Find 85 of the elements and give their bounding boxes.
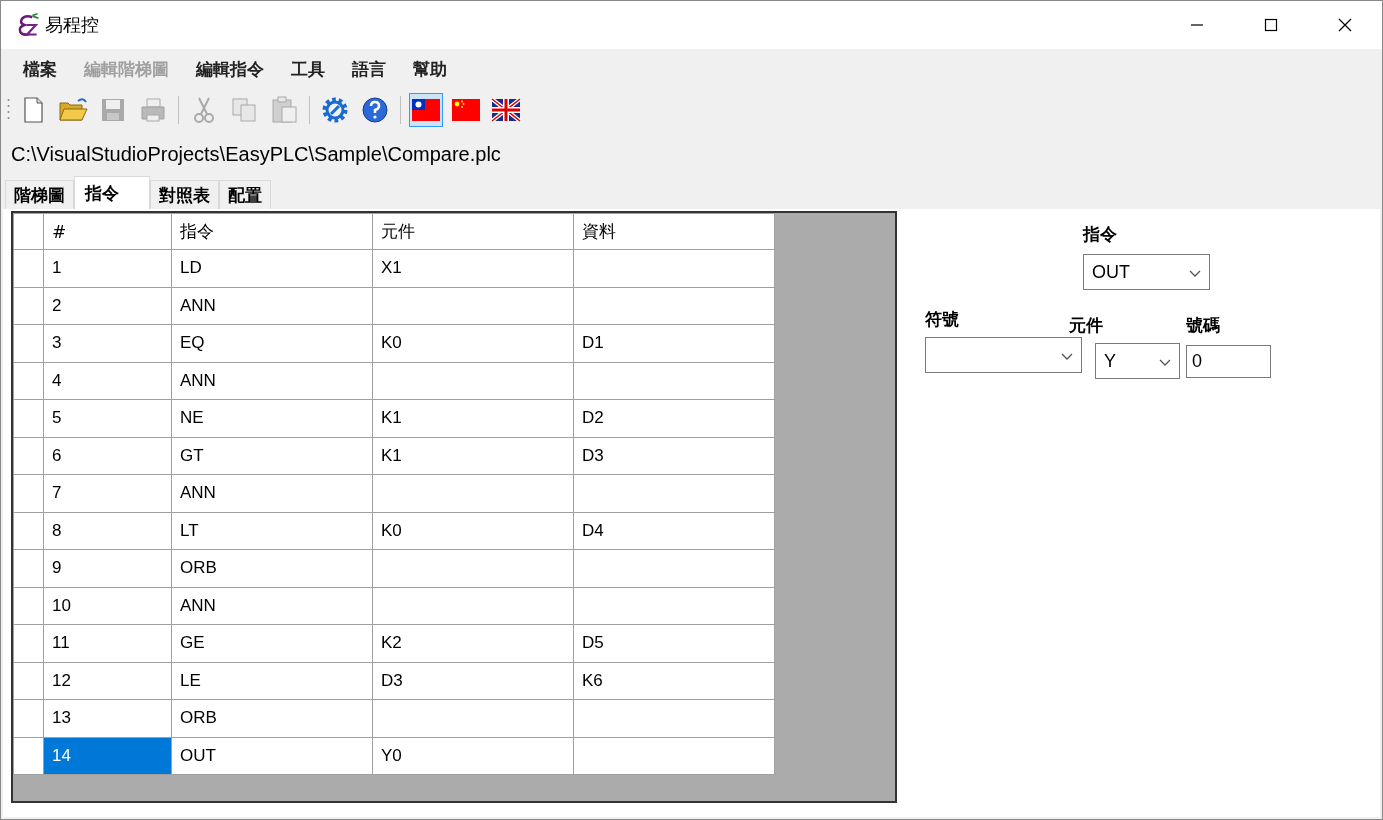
row-header-cell[interactable]: [13, 512, 44, 550]
field-label: 元件: [1069, 314, 1103, 337]
dropdown[interactable]: [925, 337, 1082, 373]
row-header-cell[interactable]: [13, 324, 44, 362]
tab[interactable]: 對照表: [150, 180, 219, 209]
flag-icon[interactable]: [409, 93, 443, 127]
table-cell: 10: [43, 587, 172, 625]
table-cell: D5: [573, 624, 775, 662]
window-title: 易程控: [45, 13, 99, 37]
chevron-down-icon: [1061, 352, 1073, 361]
table-cell: K0: [372, 512, 574, 550]
chevron-down-icon: [1159, 358, 1171, 367]
table-cell: 11: [43, 624, 172, 662]
table-cell: ANN: [171, 587, 373, 625]
menu-item[interactable]: 檔案: [13, 57, 74, 81]
table-cell: K1: [372, 437, 574, 475]
table-cell: GE: [171, 624, 373, 662]
table-cell: 4: [43, 362, 172, 400]
table-cell: 6: [43, 437, 172, 475]
column-header[interactable]: 指令: [171, 213, 373, 250]
row-header-cell[interactable]: [13, 474, 44, 512]
table-cell: 3: [43, 324, 172, 362]
field-label: 號碼: [1186, 314, 1220, 337]
table-cell: LD: [171, 249, 373, 287]
table-cell: D4: [573, 512, 775, 550]
table-cell: Y0: [372, 737, 574, 775]
menu-item[interactable]: 編輯指令: [186, 57, 281, 81]
table-cell: D3: [573, 437, 775, 475]
chevron-down-icon: [1189, 269, 1201, 278]
column-header[interactable]: 資料: [573, 213, 775, 250]
table-cell: D1: [573, 324, 775, 362]
menu-item[interactable]: 工具: [281, 57, 342, 81]
table-cell: EQ: [171, 324, 373, 362]
row-header-cell[interactable]: [13, 437, 44, 475]
table-cell: ORB: [171, 699, 373, 737]
table-cell: ORB: [171, 549, 373, 587]
close-icon: [1338, 18, 1352, 32]
table-cell: 9: [43, 549, 172, 587]
menu-item[interactable]: 語言: [342, 57, 403, 81]
table-cell: 5: [43, 399, 172, 437]
row-header-cell[interactable]: [13, 549, 44, 587]
table-cell: D2: [573, 399, 775, 437]
row-header-cell[interactable]: [13, 737, 44, 775]
table-cell: 12: [43, 662, 172, 700]
table-cell: 2: [43, 287, 172, 325]
field-label: 符號: [925, 308, 959, 331]
tab[interactable]: 配置: [219, 180, 271, 209]
row-header-cell[interactable]: [13, 624, 44, 662]
dropdown[interactable]: Y: [1095, 343, 1180, 379]
row-header-cell[interactable]: [13, 287, 44, 325]
table-cell: LT: [171, 512, 373, 550]
table-cell: K0: [372, 324, 574, 362]
tab[interactable]: 指令: [74, 176, 150, 209]
row-header-cell[interactable]: [13, 249, 44, 287]
maximize-icon: [1264, 18, 1278, 32]
input-field[interactable]: 0: [1186, 345, 1271, 378]
table-cell: K1: [372, 399, 574, 437]
dropdown[interactable]: OUT: [1083, 254, 1210, 290]
file-path: C:\VisualStudioProjects\EasyPLC\Sample\Compare.plc: [11, 142, 501, 166]
menu-item[interactable]: 幫助: [403, 57, 464, 81]
table-cell: 7: [43, 474, 172, 512]
table-cell: D3: [372, 662, 574, 700]
table-cell: 8: [43, 512, 172, 550]
column-header[interactable]: 元件: [372, 213, 574, 250]
row-header-cell[interactable]: [13, 399, 44, 437]
row-header-cell[interactable]: [13, 662, 44, 700]
table-cell: OUT: [171, 737, 373, 775]
table-cell: LE: [171, 662, 373, 700]
table-cell: 13: [43, 699, 172, 737]
table-cell: GT: [171, 437, 373, 475]
row-header-cell[interactable]: [13, 587, 44, 625]
field-label: 指令: [1083, 223, 1117, 246]
table-cell: 1: [43, 249, 172, 287]
table-cell: ANN: [171, 474, 373, 512]
column-header[interactable]: #: [43, 213, 172, 250]
table-cell: X1: [372, 249, 574, 287]
table-cell: K6: [573, 662, 775, 700]
table-cell: K2: [372, 624, 574, 662]
table-cell: 14: [43, 737, 172, 775]
table-cell: ANN: [171, 362, 373, 400]
tab[interactable]: 階梯圖: [5, 180, 74, 209]
row-header-cell[interactable]: [13, 699, 44, 737]
row-header-cell[interactable]: [13, 362, 44, 400]
table-cell: ANN: [171, 287, 373, 325]
table-cell: NE: [171, 399, 373, 437]
